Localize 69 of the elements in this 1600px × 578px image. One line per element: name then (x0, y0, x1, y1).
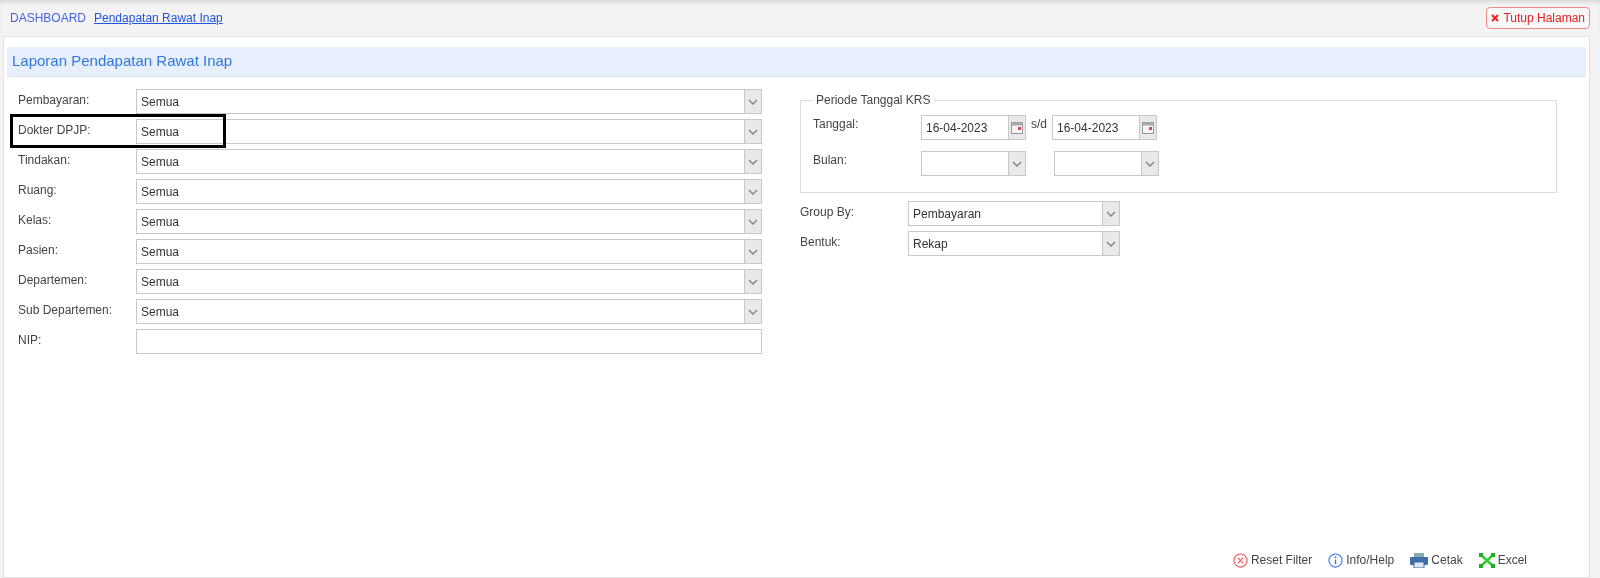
caret-icon (748, 128, 758, 135)
select-field[interactable] (1054, 151, 1159, 176)
close-icon (1491, 14, 1500, 22)
field-label: Kelas: (18, 212, 53, 229)
select-field[interactable]: Semua (136, 119, 762, 144)
field-label: Dokter DPJP: (18, 122, 92, 139)
select-field[interactable]: Semua (136, 89, 762, 114)
date-value: 16-04-2023 (925, 119, 989, 137)
caret-icon (1106, 240, 1116, 247)
select-field[interactable]: Semua (136, 149, 762, 174)
field-label: Sub Departemen: (18, 302, 114, 319)
field-label: Departemen: (18, 272, 89, 289)
select-value: Semua (140, 93, 181, 111)
select-field[interactable]: Pembayaran (908, 201, 1120, 226)
select-value: Semua (140, 273, 181, 291)
select-field[interactable]: Semua (136, 269, 762, 294)
field-label: Bentuk: (800, 234, 842, 251)
caret-icon (748, 218, 758, 225)
printer-icon (1410, 552, 1429, 568)
caret-icon (1106, 210, 1116, 217)
caret-icon (748, 158, 758, 165)
field-label: NIP: (18, 332, 43, 349)
breadcrumb-link[interactable]: Pendapatan Rawat Inap (94, 9, 223, 27)
select-field[interactable]: Semua (136, 239, 762, 264)
select-field[interactable]: Rekap (908, 231, 1120, 256)
select-value: Pembayaran (912, 205, 983, 223)
select-value: Semua (140, 123, 181, 141)
field-label: Tindakan: (18, 152, 72, 169)
field-label: Pasien: (18, 242, 60, 259)
cancel-icon (1232, 552, 1248, 568)
field-label: Bulan: (813, 152, 849, 169)
select-value: Semua (140, 303, 181, 321)
select-value: Semua (140, 243, 181, 261)
caret-icon (748, 98, 758, 105)
range-separator: s/d (1031, 116, 1047, 133)
panel-title: Laporan Pendapatan Rawat Inap (12, 51, 233, 72)
field-label: Tanggal: (813, 116, 860, 133)
date-value: 16-04-2023 (1056, 119, 1120, 137)
caret-icon (748, 308, 758, 315)
caret-icon (1012, 160, 1022, 167)
breadcrumb-link[interactable]: DASHBOARD (10, 9, 86, 27)
select-field[interactable]: Semua (136, 299, 762, 324)
caret-icon (748, 248, 758, 255)
calendar-icon[interactable] (1142, 121, 1154, 134)
action-button[interactable]: Excel (1478, 551, 1527, 569)
close-page-button[interactable]: Tutup Halaman (1486, 7, 1590, 29)
action-button[interactable]: Cetak (1410, 551, 1463, 569)
select-value: Semua (140, 213, 181, 231)
select-value: Rekap (912, 235, 949, 253)
caret-icon (1145, 160, 1155, 167)
info-icon (1328, 552, 1344, 568)
calendar-icon[interactable] (1011, 121, 1023, 134)
select-value: Semua (140, 183, 181, 201)
select-field[interactable]: Semua (136, 209, 762, 234)
field-label: Group By: (800, 204, 856, 221)
excel-icon (1478, 552, 1495, 568)
caret-icon (748, 188, 758, 195)
select-field[interactable] (921, 151, 1026, 176)
period-legend: Periode Tanggal KRS (813, 91, 934, 109)
select-field[interactable]: Semua (136, 179, 762, 204)
select-value: Semua (140, 153, 181, 171)
action-button[interactable]: Reset Filter (1232, 551, 1313, 569)
nip-input[interactable] (136, 329, 762, 354)
action-button[interactable]: Info/Help (1328, 551, 1395, 569)
date-field[interactable]: 16-04-2023 (1052, 115, 1157, 140)
field-label: Ruang: (18, 182, 58, 199)
date-field[interactable]: 16-04-2023 (921, 115, 1026, 140)
caret-icon (748, 278, 758, 285)
field-label: Pembayaran: (18, 92, 91, 109)
